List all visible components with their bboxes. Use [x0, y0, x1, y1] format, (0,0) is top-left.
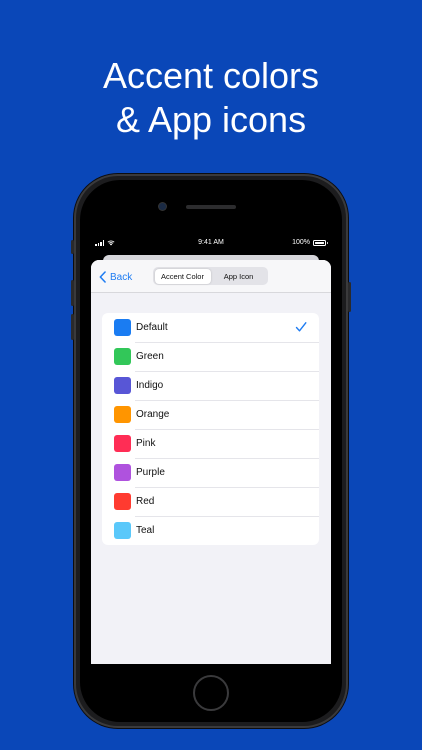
earpiece-speaker — [186, 205, 236, 209]
color-row-red[interactable]: Red — [102, 487, 319, 516]
back-label: Back — [110, 271, 133, 283]
status-bar: 9:41 AM 100% — [91, 236, 331, 250]
color-row-pink[interactable]: Pink — [102, 429, 319, 458]
color-label: Red — [136, 496, 155, 507]
color-swatch — [114, 435, 131, 452]
headline: Accent colors & App icons — [0, 54, 422, 142]
status-right: 100% — [292, 236, 328, 250]
chevron-left-icon — [99, 271, 106, 283]
headline-line-1: Accent colors — [102, 55, 320, 96]
battery-percentage: 100% — [292, 239, 310, 246]
color-row-indigo[interactable]: Indigo — [102, 371, 319, 400]
back-button[interactable]: Back — [98, 269, 132, 285]
volume-up-button — [71, 280, 74, 306]
color-row-teal[interactable]: Teal — [102, 516, 319, 545]
color-row-orange[interactable]: Orange — [102, 400, 319, 429]
checkmark-icon — [295, 322, 307, 332]
settings-sheet: Back Accent Color App Icon Default Green — [91, 260, 331, 664]
segment-accent-color[interactable]: Accent Color — [154, 268, 211, 284]
color-label: Indigo — [136, 380, 164, 391]
color-label: Purple — [136, 467, 165, 478]
color-swatch — [114, 493, 131, 510]
front-camera — [159, 203, 166, 210]
color-row-purple[interactable]: Purple — [102, 458, 319, 487]
volume-down-button — [71, 314, 74, 340]
color-label: Orange — [136, 409, 170, 420]
color-label: Teal — [136, 525, 155, 536]
power-button — [348, 282, 351, 312]
color-swatch — [114, 406, 131, 423]
color-row-default[interactable]: Default — [102, 313, 319, 342]
color-swatch — [114, 464, 131, 481]
color-label: Default — [136, 322, 168, 333]
navigation-bar: Back Accent Color App Icon — [91, 260, 331, 293]
color-row-green[interactable]: Green — [102, 342, 319, 371]
color-label: Green — [136, 351, 164, 362]
battery-icon — [313, 240, 328, 246]
color-swatch — [114, 522, 131, 539]
color-swatch — [114, 377, 131, 394]
color-label: Pink — [136, 438, 156, 449]
accent-color-list: Default Green Indigo Orange Pink Purple … — [102, 313, 319, 545]
phone-screen: 9:41 AM 100% Back Accent Color App Icon … — [91, 236, 331, 664]
headline-line-2: & App icons — [115, 99, 307, 140]
color-swatch — [114, 319, 131, 336]
segmented-control: Accent Color App Icon — [153, 267, 268, 285]
color-swatch — [114, 348, 131, 365]
segment-app-icon[interactable]: App Icon — [211, 269, 267, 284]
home-button[interactable] — [193, 675, 229, 711]
mute-switch — [71, 240, 74, 254]
